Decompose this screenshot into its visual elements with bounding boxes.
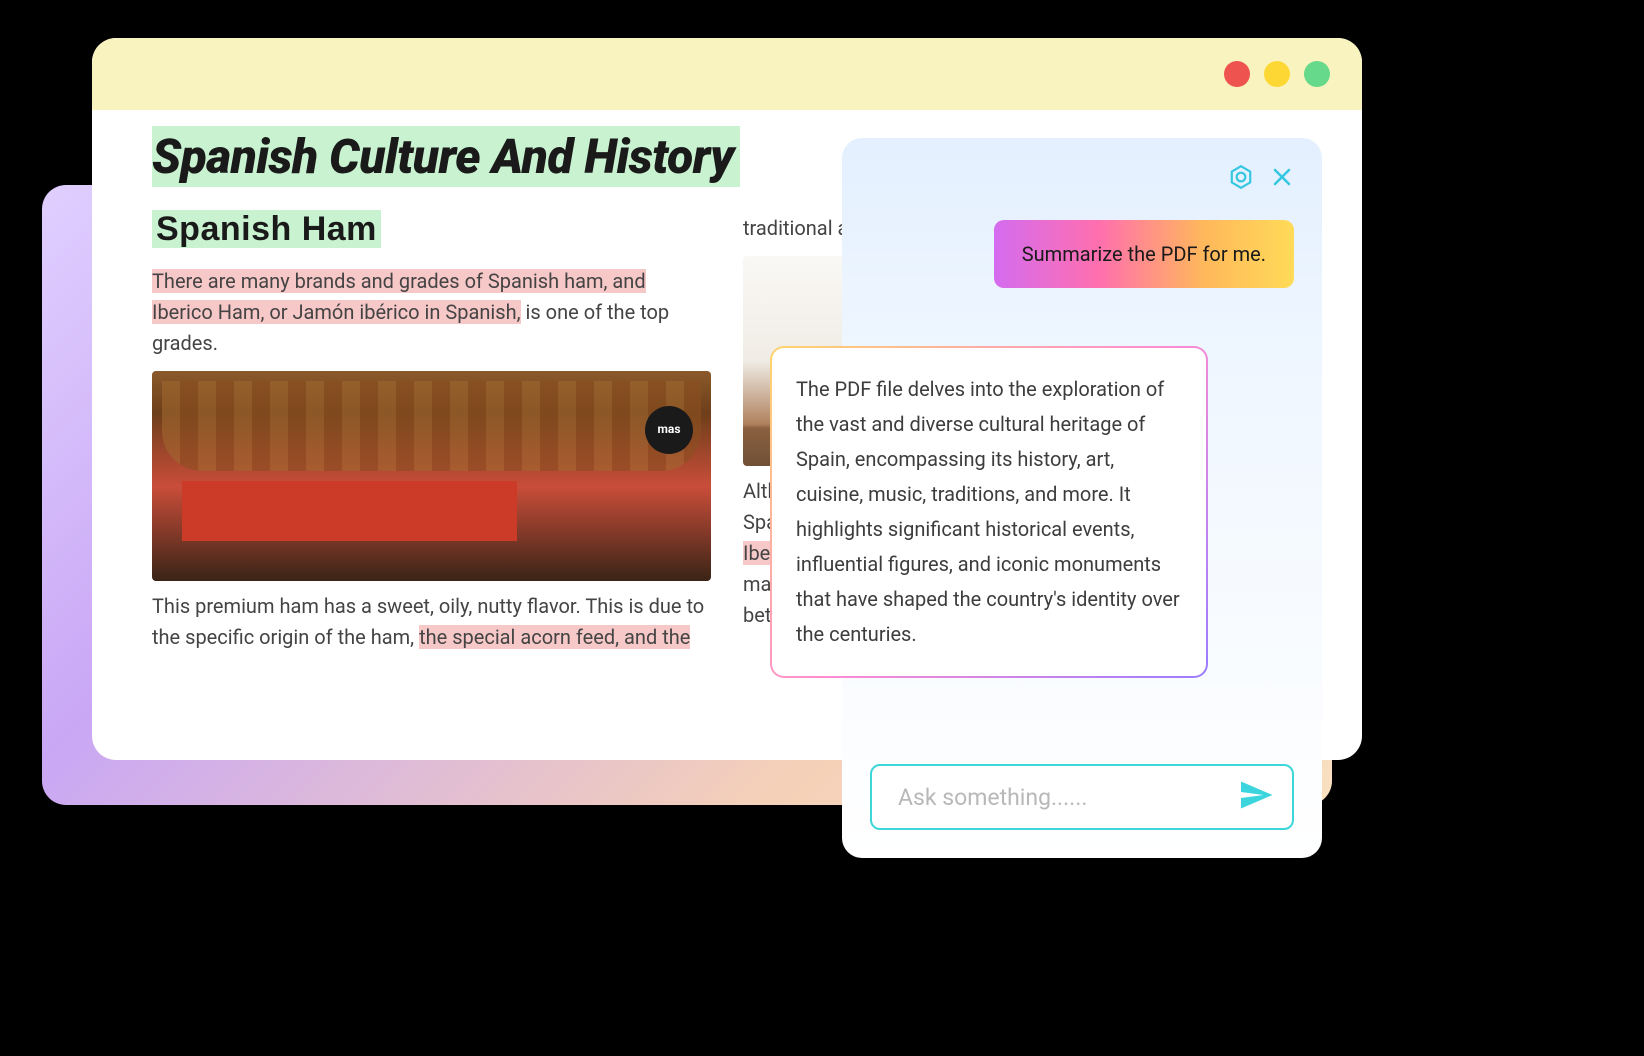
send-icon[interactable]	[1238, 777, 1274, 817]
ai-response-bubble: The PDF file delves into the exploration…	[770, 346, 1208, 678]
section-subtitle: Spanish Ham	[152, 210, 381, 248]
window-title-bar	[92, 38, 1362, 110]
chat-panel: Summarize the PDF for me. The PDF file d…	[842, 138, 1322, 858]
chat-input-placeholder: Ask something......	[898, 784, 1238, 811]
para-1: There are many brands and grades of Span…	[152, 266, 711, 359]
user-message-bubble: Summarize the PDF for me.	[994, 220, 1294, 288]
highlight-pink-2: the special acorn feed, and the	[419, 625, 690, 649]
para-2: This premium ham has a sweet, oily, nutt…	[152, 591, 711, 653]
image-ham-shop: mas	[152, 371, 711, 581]
close-icon[interactable]	[1270, 165, 1294, 189]
minimize-window-button[interactable]	[1264, 61, 1290, 87]
ai-response-text: The PDF file delves into the exploration…	[772, 348, 1206, 676]
maximize-window-button[interactable]	[1304, 61, 1330, 87]
document-title: Spanish Culture And History	[152, 126, 740, 187]
column-left: Spanish Ham There are many brands and gr…	[152, 203, 711, 653]
mas-badge: mas	[645, 406, 693, 454]
user-message-text: Summarize the PDF for me.	[1022, 242, 1266, 266]
chat-header	[870, 162, 1294, 192]
chat-input[interactable]: Ask something......	[870, 764, 1294, 830]
settings-icon[interactable]	[1228, 164, 1254, 190]
close-window-button[interactable]	[1224, 61, 1250, 87]
